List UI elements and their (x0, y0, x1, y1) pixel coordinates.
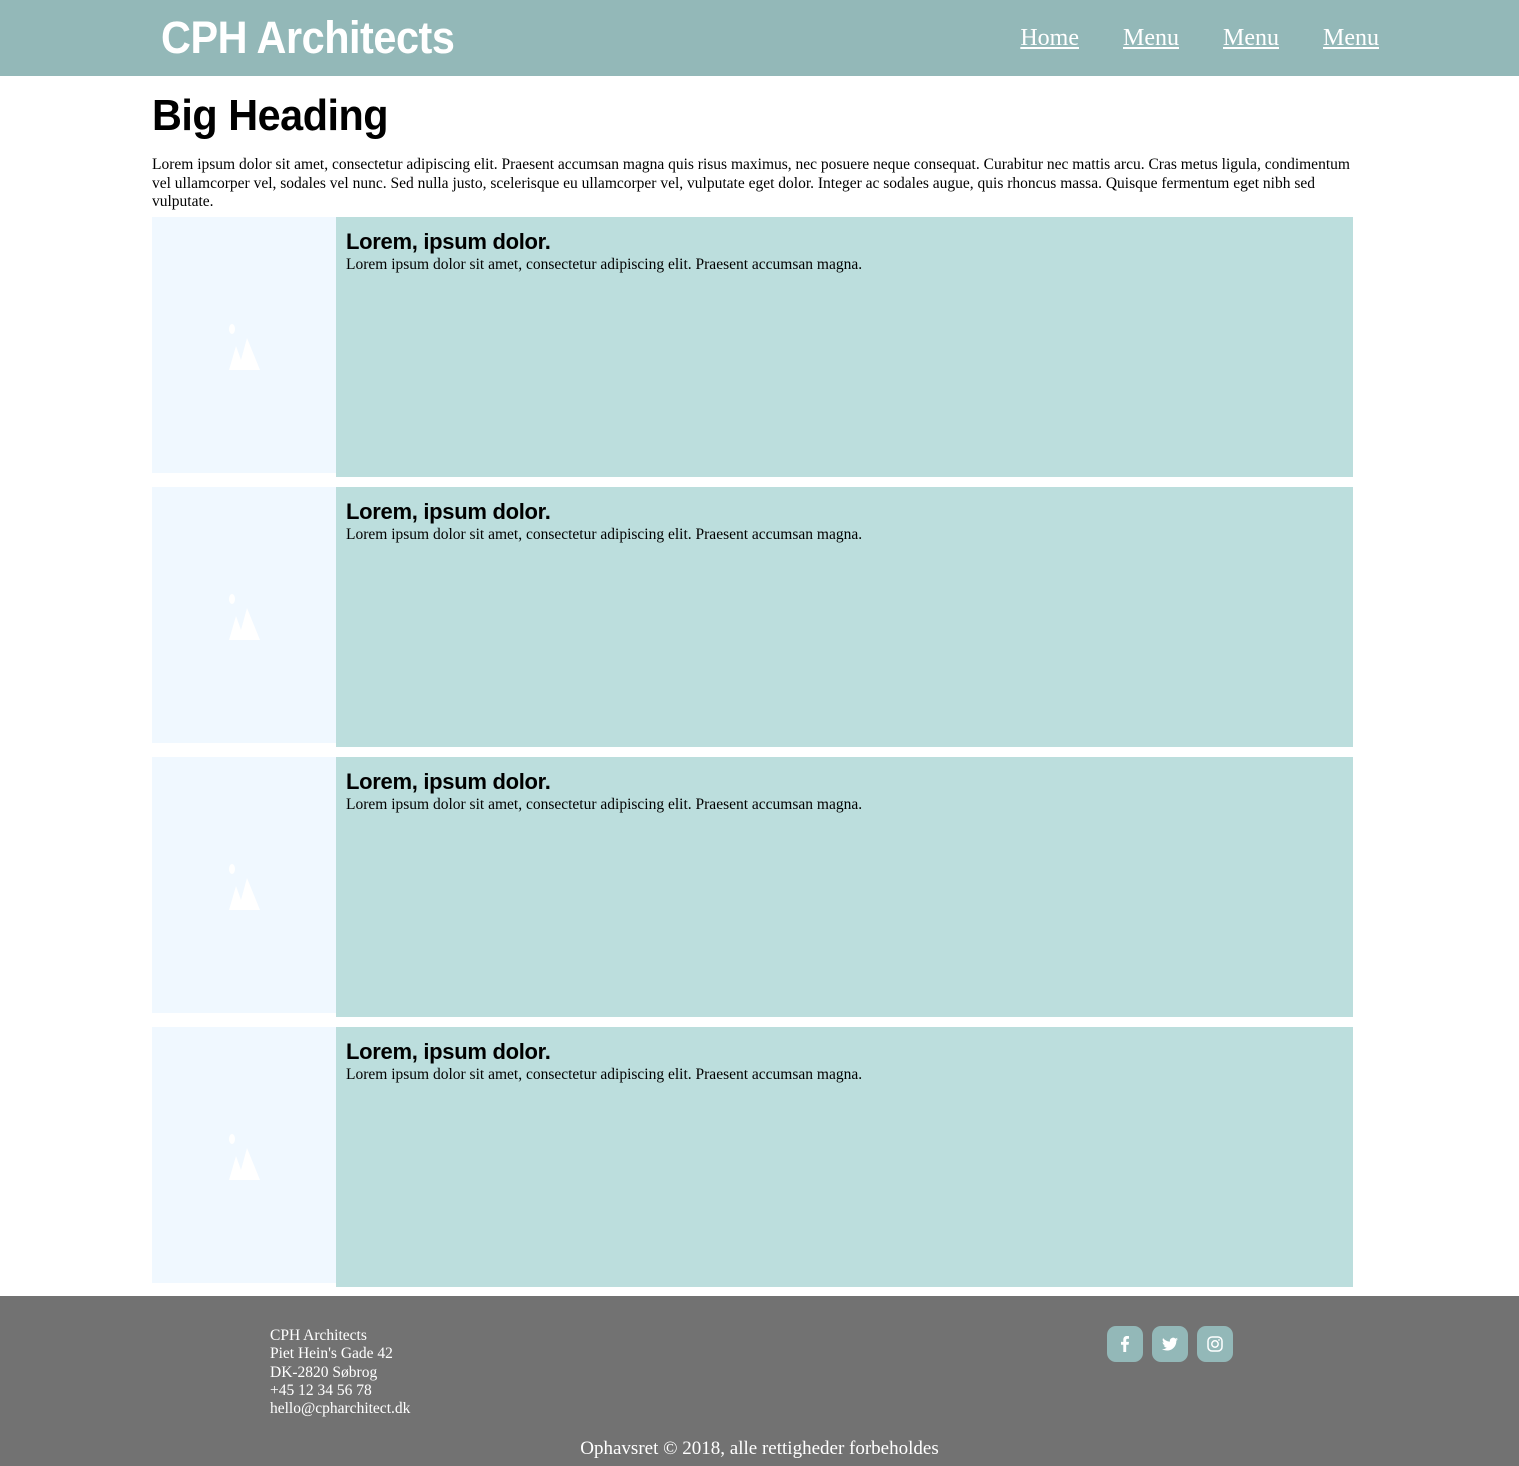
facebook-icon (1121, 1336, 1129, 1352)
image-placeholder-icon (229, 324, 260, 370)
image-placeholder-icon (229, 594, 260, 640)
site-logo[interactable]: CPH Architects (161, 11, 455, 65)
twitter-button[interactable] (1152, 1326, 1188, 1362)
card-text: Lorem ipsum dolor sit amet, consectetur … (346, 256, 863, 273)
image-placeholder-icon (229, 864, 260, 910)
card: Lorem, ipsum dolor. Lorem ipsum dolor si… (152, 217, 1353, 477)
email-address[interactable]: hello@cpharchitect.dk (270, 1400, 410, 1418)
card-title: Lorem, ipsum dolor. (346, 769, 551, 794)
street-address: Piet Hein's Gade 42 (270, 1345, 393, 1363)
main-content: Big Heading Lorem ipsum dolor sit amet, … (152, 76, 1357, 1287)
card: Lorem, ipsum dolor. Lorem ipsum dolor si… (152, 757, 1353, 1017)
site-footer: CPH Architects Piet Hein's Gade 42 DK-28… (0, 1296, 1519, 1466)
site-header: CPH Architects Home Menu Menu Menu (0, 0, 1519, 76)
card-text: Lorem ipsum dolor sit amet, consectetur … (346, 796, 863, 813)
company-name: CPH Architects (270, 1327, 367, 1344)
card-list: Lorem, ipsum dolor. Lorem ipsum dolor si… (152, 217, 1353, 1297)
social-links (1107, 1326, 1233, 1362)
footer-address: CPH Architects Piet Hein's Gade 42 DK-28… (270, 1327, 410, 1418)
copyright-text: Ophavsret © 2018, alle rettigheder forbe… (580, 1438, 939, 1459)
facebook-button[interactable] (1107, 1326, 1143, 1362)
card-body: Lorem, ipsum dolor. Lorem ipsum dolor si… (336, 217, 1353, 477)
intro-paragraph: Lorem ipsum dolor sit amet, consectetur … (152, 156, 1350, 210)
card-image (152, 217, 336, 473)
nav-link-menu-1[interactable]: Menu (1123, 22, 1179, 54)
card-title: Lorem, ipsum dolor. (346, 1039, 551, 1064)
card-text: Lorem ipsum dolor sit amet, consectetur … (346, 1066, 863, 1083)
card-image (152, 487, 336, 743)
city-address: DK-2820 Søbrog (270, 1363, 378, 1381)
instagram-button[interactable] (1197, 1326, 1233, 1362)
card-title: Lorem, ipsum dolor. (346, 499, 551, 524)
card-image (152, 757, 336, 1013)
twitter-icon (1162, 1337, 1178, 1351)
card-image (152, 1027, 336, 1283)
card-title: Lorem, ipsum dolor. (346, 229, 551, 254)
page-heading: Big Heading (152, 91, 389, 140)
nav-link-menu-2[interactable]: Menu (1223, 22, 1279, 54)
card-body: Lorem, ipsum dolor. Lorem ipsum dolor si… (336, 757, 1353, 1017)
main-nav: Home Menu Menu Menu (1020, 22, 1379, 54)
card: Lorem, ipsum dolor. Lorem ipsum dolor si… (152, 487, 1353, 747)
instagram-icon (1207, 1336, 1223, 1352)
nav-link-home[interactable]: Home (1020, 22, 1079, 54)
card-body: Lorem, ipsum dolor. Lorem ipsum dolor si… (336, 1027, 1353, 1287)
card-text: Lorem ipsum dolor sit amet, consectetur … (346, 526, 863, 543)
phone-number: +45 12 34 56 78 (270, 1381, 372, 1399)
card-body: Lorem, ipsum dolor. Lorem ipsum dolor si… (336, 487, 1353, 747)
card: Lorem, ipsum dolor. Lorem ipsum dolor si… (152, 1027, 1353, 1287)
nav-link-menu-3[interactable]: Menu (1323, 22, 1379, 54)
image-placeholder-icon (229, 1134, 260, 1180)
